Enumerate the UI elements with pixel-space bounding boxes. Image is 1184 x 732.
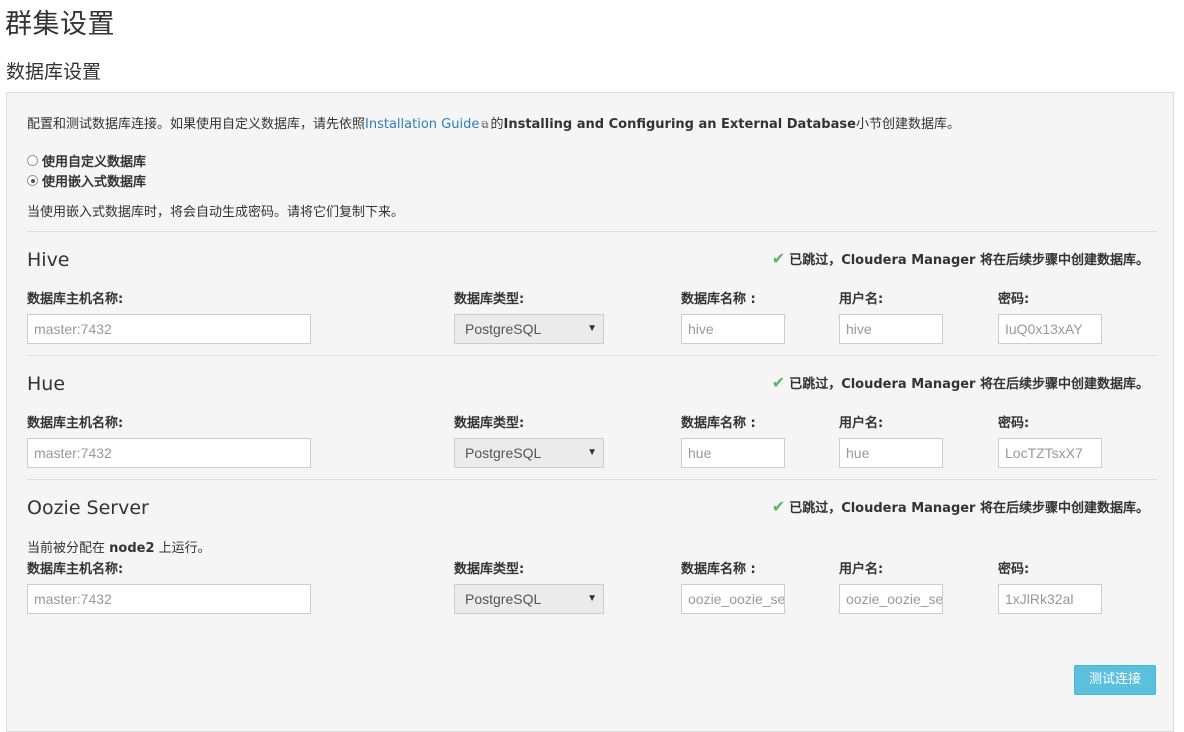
- type-select-hive[interactable]: PostgreSQL ▼: [454, 314, 604, 344]
- radio-label: 使用自定义数据库: [42, 155, 147, 170]
- password-label: 密码:: [998, 292, 1030, 307]
- assigned-host-note: 当前被分配在 node2 上运行。: [27, 537, 211, 556]
- user-label: 用户名:: [839, 562, 884, 577]
- intro-text: 配置和测试数据库连接。如果使用自定义数据库，请先依照Installation G…: [27, 113, 960, 132]
- page-title: 群集设置: [5, 9, 115, 40]
- password-input-hue[interactable]: LocTZTsxX7: [998, 438, 1102, 468]
- external-link-icon: ⧉: [481, 120, 489, 131]
- installation-guide-link[interactable]: Installation Guide: [365, 117, 479, 132]
- caret-down-icon: ▼: [587, 593, 597, 604]
- service-name-hive: Hive: [27, 249, 70, 271]
- password-label: 密码:: [998, 416, 1030, 431]
- check-icon: ✔: [771, 373, 786, 392]
- select-value: PostgreSQL: [465, 321, 542, 337]
- test-connection-button[interactable]: 测试连接: [1074, 665, 1156, 695]
- dbname-input-hue[interactable]: hue: [681, 438, 785, 468]
- dbname-label: 数据库名称 :: [681, 562, 756, 577]
- assigned-suffix: 上运行。: [158, 541, 211, 556]
- user-input-oozie[interactable]: oozie_oozie_server: [839, 584, 943, 614]
- dbname-label: 数据库名称 :: [681, 416, 756, 431]
- status-text: 已跳过，Cloudera Manager 将在后续步骤中创建数据库。: [789, 501, 1149, 516]
- intro-suffix: 小节创建数据库。: [855, 117, 960, 132]
- type-label: 数据库类型:: [454, 292, 525, 307]
- radio-custom-db[interactable]: 使用自定义数据库: [27, 151, 146, 170]
- password-input-oozie[interactable]: 1xJlRk32al: [998, 584, 1102, 614]
- dbname-input-oozie[interactable]: oozie_oozie_server: [681, 584, 785, 614]
- skip-status-hue: ✔ 已跳过，Cloudera Manager 将在后续步骤中创建数据库。: [772, 373, 1149, 392]
- skip-status-hive: ✔ 已跳过，Cloudera Manager 将在后续步骤中创建数据库。: [772, 249, 1149, 268]
- user-input-hive[interactable]: hive: [839, 314, 943, 344]
- user-input-hue[interactable]: hue: [839, 438, 943, 468]
- host-label: 数据库主机名称:: [27, 292, 124, 307]
- type-label: 数据库类型:: [454, 562, 525, 577]
- host-label: 数据库主机名称:: [27, 562, 124, 577]
- radio-button[interactable]: [27, 175, 38, 186]
- password-label: 密码:: [998, 562, 1030, 577]
- assigned-node: node2: [109, 541, 155, 556]
- user-label: 用户名:: [839, 292, 884, 307]
- skip-status-oozie: ✔ 已跳过，Cloudera Manager 将在后续步骤中创建数据库。: [772, 497, 1149, 516]
- status-text: 已跳过，Cloudera Manager 将在后续步骤中创建数据库。: [789, 377, 1149, 392]
- host-label: 数据库主机名称:: [27, 416, 124, 431]
- intro-bold: Installing and Configuring an External D…: [503, 117, 856, 132]
- caret-down-icon: ▼: [587, 323, 597, 334]
- section-title: 数据库设置: [6, 61, 102, 83]
- password-input-hive[interactable]: IuQ0x13xAY: [998, 314, 1102, 344]
- select-value: PostgreSQL: [465, 591, 542, 607]
- host-input-hue[interactable]: master:7432: [27, 438, 311, 468]
- service-name-oozie: Oozie Server: [27, 497, 149, 519]
- type-select-hue[interactable]: PostgreSQL ▼: [454, 438, 604, 468]
- service-name-hue: Hue: [27, 373, 66, 395]
- password-note: 当使用嵌入式数据库时，将会自动生成密码。请将它们复制下来。: [27, 205, 405, 220]
- user-label: 用户名:: [839, 416, 884, 431]
- radio-button[interactable]: [27, 155, 38, 166]
- divider: [27, 479, 1157, 480]
- type-label: 数据库类型:: [454, 416, 525, 431]
- intro-mid: 的: [490, 117, 504, 132]
- caret-down-icon: ▼: [587, 447, 597, 458]
- check-icon: ✔: [771, 249, 786, 268]
- select-value: PostgreSQL: [465, 445, 542, 461]
- dbname-label: 数据库名称 :: [681, 292, 756, 307]
- database-settings-panel: 配置和测试数据库连接。如果使用自定义数据库，请先依照Installation G…: [6, 92, 1174, 732]
- status-text: 已跳过，Cloudera Manager 将在后续步骤中创建数据库。: [789, 253, 1149, 268]
- host-input-oozie[interactable]: master:7432: [27, 584, 311, 614]
- radio-label: 使用嵌入式数据库: [42, 175, 147, 190]
- type-select-oozie[interactable]: PostgreSQL ▼: [454, 584, 604, 614]
- divider: [27, 355, 1157, 356]
- divider: [27, 231, 1157, 232]
- host-input-hive[interactable]: master:7432: [27, 314, 311, 344]
- dbname-input-hive[interactable]: hive: [681, 314, 785, 344]
- assigned-prefix: 当前被分配在: [27, 541, 106, 556]
- check-icon: ✔: [771, 497, 786, 516]
- intro-prefix: 配置和测试数据库连接。如果使用自定义数据库，请先依照: [27, 117, 366, 132]
- radio-embedded-db[interactable]: 使用嵌入式数据库: [27, 171, 146, 190]
